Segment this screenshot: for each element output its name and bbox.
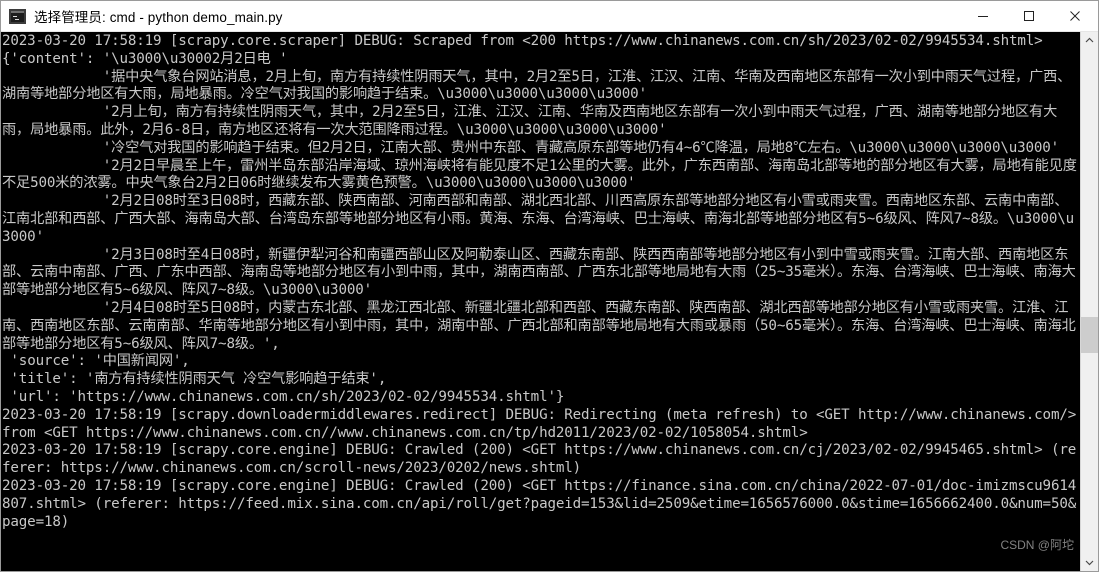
- close-button[interactable]: [1052, 1, 1098, 31]
- terminal-line: 'title': '南方有持续性阴雨天气 冷空气影响趋于结束',: [2, 371, 387, 388]
- terminal-line: 2023-03-20 17:58:19 [scrapy.downloadermi…: [2, 406, 1077, 441]
- chevron-down-icon: [1085, 560, 1094, 566]
- maximize-button[interactable]: [1006, 1, 1052, 31]
- terminal-line: 2023-03-20 17:58:19 [scrapy.core.engine]…: [2, 477, 1077, 530]
- vertical-scrollbar[interactable]: [1080, 32, 1098, 571]
- terminal-area: 2023-03-20 17:58:19 [scrapy.core.scraper…: [1, 32, 1098, 571]
- scrollbar-thumb[interactable]: [1081, 316, 1098, 353]
- title-bar-left: 选择管理员: cmd - python demo_main.py: [1, 6, 960, 26]
- terminal-output[interactable]: 2023-03-20 17:58:19 [scrapy.core.scraper…: [1, 32, 1080, 571]
- terminal-line: 'source': '中国新闻网',: [2, 353, 190, 370]
- terminal-line: '2月2日08时至3日08时，西藏东部、陕西南部、河南西部和南部、湖北西北部、川…: [2, 193, 1075, 245]
- minimize-button[interactable]: [960, 1, 1006, 31]
- terminal-line: '据中央气象台网站消息，2月上旬，南方有持续性阴雨天气，其中，2月2至5日，江淮…: [2, 68, 1072, 103]
- console-window: 选择管理员: cmd - python demo_main.py 2023-03…: [0, 0, 1099, 572]
- terminal-line: '2月4日08时至5日08时，内蒙古东北部、黑龙江西北部、新疆北疆北部和西部、西…: [2, 299, 1076, 352]
- terminal-line: '2月2日早晨至上午，雷州半岛东部沿岸海域、琼州海峡将有能见度不足1公里的大雾。…: [2, 157, 1077, 192]
- terminal-line: '2月上旬，南方有持续性阴雨天气，其中，2月2至5日，江淮、江汉、江南、华南及西…: [2, 104, 1058, 138]
- terminal-line: '冷空气对我国的影响趋于结束。但2月2日，江南大部、贵州中东部、青藏高原东部等地…: [2, 139, 1060, 156]
- window-title: 选择管理员: cmd - python demo_main.py: [34, 10, 283, 25]
- console-icon: [9, 8, 26, 24]
- window-controls: [960, 1, 1098, 31]
- terminal-line: {'content': '\u3000\u30002月2日电 ': [2, 50, 288, 67]
- title-bar[interactable]: 选择管理员: cmd - python demo_main.py: [1, 1, 1098, 32]
- terminal-line: 2023-03-20 17:58:19 [scrapy.core.engine]…: [2, 442, 1077, 477]
- scroll-down-button[interactable]: [1081, 554, 1098, 571]
- terminal-line: '2月3日08时至4日08时，新疆伊犁河谷和南疆西部山区及阿勒泰山区、西藏东南部…: [2, 246, 1076, 299]
- terminal-line: 'url': 'https://www.chinanews.com.cn/sh/…: [2, 388, 565, 405]
- scroll-up-button[interactable]: [1081, 32, 1098, 49]
- terminal-line: 2023-03-20 17:58:19 [scrapy.core.scraper…: [2, 33, 1043, 49]
- scrollbar-track[interactable]: [1081, 49, 1098, 554]
- chevron-up-icon: [1085, 37, 1094, 43]
